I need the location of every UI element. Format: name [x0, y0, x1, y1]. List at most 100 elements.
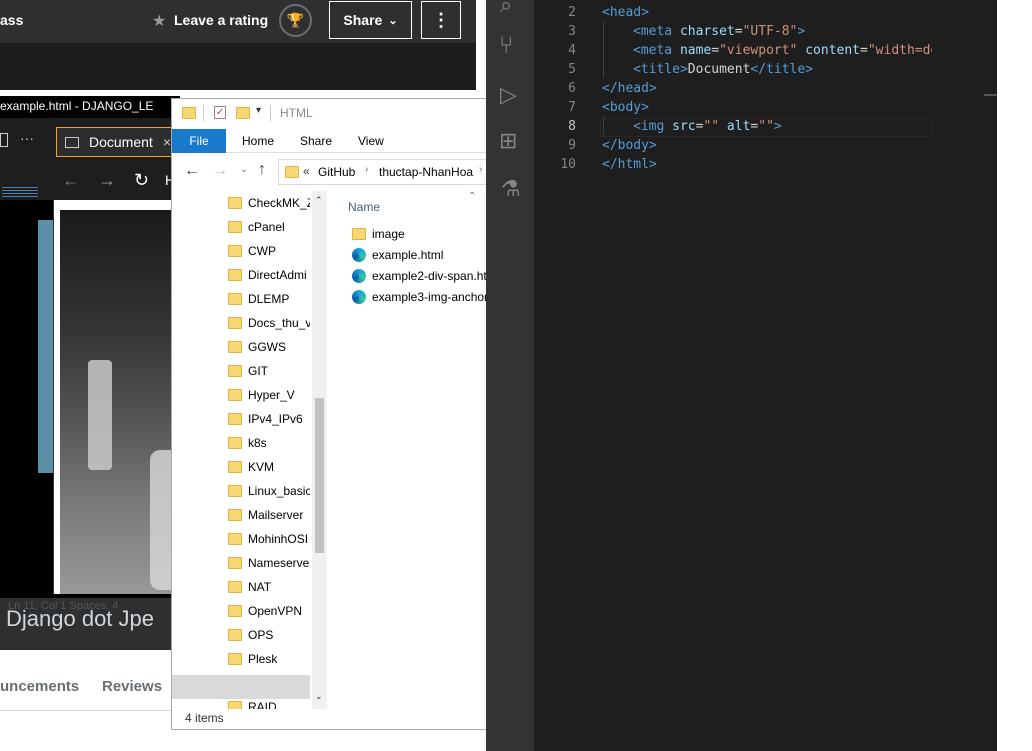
line-number: 3	[568, 24, 576, 39]
forward-arrow-icon[interactable]: →	[212, 162, 228, 180]
tab-reviews[interactable]: Reviews	[102, 678, 162, 695]
code-line-10[interactable]: </html>	[602, 155, 657, 174]
folder-icon	[228, 509, 242, 521]
leave-rating-link[interactable]: Leave a rating	[174, 12, 268, 28]
search-icon[interactable]: ⌕	[500, 0, 512, 18]
folder-icon	[228, 701, 242, 709]
forward-arrow-icon[interactable]: →	[98, 170, 116, 191]
tree-item[interactable]: DLEMP	[228, 287, 310, 311]
breadcrumb-prefix[interactable]: «	[303, 164, 310, 178]
recent-locations-icon[interactable]: ⌄	[240, 164, 248, 175]
tree-scrollbar-thumb[interactable]	[315, 398, 324, 553]
code-line-4[interactable]: <meta name="viewport" content="width=de	[633, 41, 938, 60]
star-icon: ★	[152, 13, 167, 30]
tree-item[interactable]: Hyper_V	[228, 383, 310, 407]
tree-item[interactable]: DirectAdmi	[228, 263, 310, 287]
tree-item[interactable]: Mailserver	[228, 503, 310, 527]
folder-icon	[228, 269, 242, 281]
back-arrow-icon[interactable]: ←	[184, 162, 200, 180]
new-folder-icon[interactable]	[236, 107, 250, 119]
more-options-button[interactable]: ⋮	[421, 1, 461, 39]
tree-item-label: DirectAdmi	[248, 268, 307, 282]
back-arrow-icon[interactable]: ←	[62, 170, 80, 191]
edge-icon	[352, 290, 366, 304]
navigation-pane: CheckMK_Z cPanel CWP DirectAdmi DLEMP Docs_th…	[172, 191, 327, 709]
address-bar[interactable]: « GitHub › thuctap-NhanHoa ›	[278, 159, 488, 185]
vscode-window-title: example.html - DJANGO_LE	[0, 99, 154, 113]
line-number: 2	[568, 5, 576, 20]
code-line-2[interactable]: <head>	[602, 3, 649, 22]
extensions-icon[interactable]: ⊞	[499, 128, 517, 154]
up-arrow-icon[interactable]: ↑	[258, 161, 266, 179]
tree-scrollbar[interactable]: ⌃ ⌄	[312, 191, 327, 709]
code-line-9[interactable]: </body>	[602, 136, 657, 155]
column-header-name[interactable]: Name	[348, 200, 380, 214]
split-editor-icon[interactable]	[0, 133, 8, 147]
tree-item[interactable]: Linux_basic	[228, 479, 310, 503]
folder-icon	[228, 293, 242, 305]
activity-bar: ⌕ ⑂ ▷ ⊞ ⚗	[486, 0, 534, 751]
folder-icon	[352, 228, 366, 240]
scroll-up-icon[interactable]: ⌃	[315, 195, 323, 206]
more-actions-icon[interactable]: ···	[20, 130, 34, 146]
tree-item[interactable]: k8s	[228, 431, 310, 455]
code-line-5[interactable]: <title>Document</title>	[633, 60, 813, 79]
code-line-6[interactable]: </head>	[602, 79, 657, 98]
tab-document[interactable]: Document ×	[56, 127, 180, 157]
ribbon-tab-view[interactable]: View	[358, 134, 384, 148]
file-row[interactable]: image	[352, 224, 405, 244]
course-title: Django dot Jpe	[6, 606, 154, 631]
reload-icon[interactable]: ↻	[134, 170, 149, 191]
file-row[interactable]: example3-img-anchor	[352, 287, 488, 307]
trophy-icon[interactable]: 🏆	[279, 4, 312, 37]
scrollbar-thumb[interactable]	[38, 220, 53, 473]
code-line-3[interactable]: <meta charset="UTF-8">	[633, 22, 805, 41]
code-line-7[interactable]: <body>	[602, 98, 649, 117]
tree-item[interactable]: GGWS	[228, 335, 310, 359]
run-debug-icon[interactable]: ▷	[500, 82, 517, 108]
share-button[interactable]: Share ⌄	[329, 1, 412, 39]
close-icon[interactable]: ×	[163, 134, 171, 150]
folder-icon	[228, 413, 242, 425]
ribbon-tab-share[interactable]: Share	[300, 134, 332, 148]
testing-icon[interactable]: ⚗	[501, 176, 521, 202]
line-number: 5	[568, 62, 576, 77]
line-number: 9	[568, 138, 576, 153]
scroll-down-icon[interactable]: ⌄	[315, 691, 323, 702]
ribbon-tab-file[interactable]: File	[172, 129, 226, 153]
code-line-8[interactable]: <img src="" alt="">	[633, 117, 782, 136]
folder-icon	[228, 317, 242, 329]
edge-icon	[352, 269, 366, 283]
source-control-icon[interactable]: ⑂	[499, 32, 513, 60]
line-number: 10	[560, 157, 576, 172]
quick-access-dropdown-icon[interactable]: ▾	[256, 105, 261, 116]
ribbon-tab-home[interactable]: Home	[242, 134, 274, 148]
tree-item[interactable]: NAT	[228, 575, 310, 599]
breadcrumb-thuctap[interactable]: thuctap-NhanHoa	[379, 165, 473, 179]
sort-ascending-icon: ⌃	[468, 191, 477, 202]
file-row[interactable]: example2-div-span.ht	[352, 266, 487, 286]
breadcrumb-github[interactable]: GitHub	[318, 165, 355, 179]
folder-icon	[228, 221, 242, 233]
tree-item[interactable]: Docs_thu_vi	[228, 311, 310, 335]
tree-item[interactable]: GIT	[228, 359, 310, 383]
properties-icon[interactable]: ✓	[214, 106, 226, 119]
file-row[interactable]: example.html	[352, 245, 443, 265]
folder-icon	[228, 533, 242, 545]
tree-item[interactable]: Nameserver	[228, 551, 310, 575]
tree-item[interactable]: IPv4_IPv6	[228, 407, 310, 431]
file-explorer-window: ✓ ▾ HTML File Home Share View ← → ⌄ ↑ « …	[171, 98, 488, 730]
scrollbar-marker	[984, 94, 997, 96]
tree-item[interactable]: CheckMK_Z	[228, 191, 310, 215]
tab-announcements[interactable]: uncements	[0, 678, 79, 695]
tree-item[interactable]: KVM	[228, 455, 310, 479]
course-tabs: uncements Reviews	[0, 650, 176, 751]
tree-item[interactable]: CWP	[228, 239, 310, 263]
tree-item[interactable]: cPanel	[228, 215, 310, 239]
chevron-right-icon: ›	[365, 164, 369, 175]
tree-item[interactable]: Plesk	[228, 647, 310, 671]
file-name: image	[372, 227, 405, 241]
tree-item[interactable]: OpenVPN	[228, 599, 310, 623]
tree-item[interactable]: OPS	[228, 623, 310, 647]
tree-item[interactable]: MohinhOSI	[228, 527, 310, 551]
